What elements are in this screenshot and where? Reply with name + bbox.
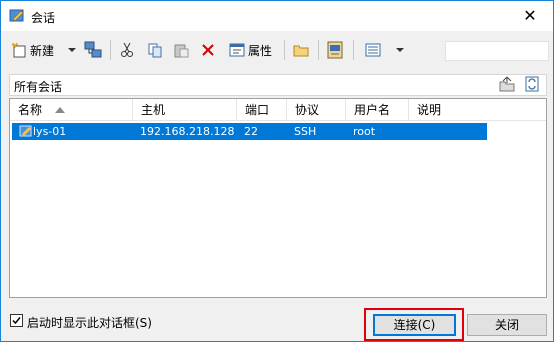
delete-x-icon bbox=[202, 44, 214, 56]
scissors-icon bbox=[121, 42, 133, 57]
title-bar: 会话 ✕ bbox=[1, 1, 553, 31]
properties-icon bbox=[229, 43, 245, 57]
session-list: 名称 主机 端口 协议 用户名 说明 lys-01 192.168.218.12… bbox=[9, 98, 547, 298]
paste-icon bbox=[174, 44, 189, 58]
toolbar-separator bbox=[353, 40, 354, 60]
chevron-down-icon bbox=[396, 48, 404, 52]
toolbar-separator bbox=[318, 40, 319, 60]
session-username: root bbox=[353, 125, 376, 138]
network-icon bbox=[84, 41, 102, 58]
new-icon bbox=[12, 42, 26, 58]
chevron-down-icon bbox=[68, 48, 76, 52]
list-header: 名称 主机 端口 协议 用户名 说明 bbox=[10, 99, 546, 121]
session-host: 192.168.218.128 bbox=[140, 125, 235, 138]
delete-button[interactable] bbox=[201, 39, 215, 61]
session-name: lys-01 bbox=[33, 125, 67, 138]
search-input[interactable] bbox=[445, 41, 549, 61]
folder-up-icon bbox=[499, 76, 515, 92]
column-header-username[interactable]: 用户名 bbox=[346, 99, 409, 121]
column-header-name[interactable]: 名称 bbox=[10, 99, 133, 121]
properties-label: 属性 bbox=[248, 43, 273, 58]
app-icon bbox=[9, 8, 25, 24]
show-on-startup-label: 启动时显示此对话框(S) bbox=[27, 316, 152, 330]
paste-button[interactable] bbox=[173, 39, 189, 61]
sessions-dialog: 会话 ✕ 新建 属性 所有会话 名称 主机 端口 协议 用户名 说明 lys-0… bbox=[0, 0, 554, 342]
new-folder-button[interactable] bbox=[293, 39, 309, 61]
properties-button[interactable]: 属性 bbox=[229, 39, 272, 61]
window-title: 会话 bbox=[31, 11, 56, 25]
session-settings-button[interactable] bbox=[327, 39, 343, 61]
list-view-icon bbox=[365, 43, 381, 57]
toolbar-separator bbox=[110, 40, 111, 60]
current-folder-label: 所有会话 bbox=[14, 80, 63, 94]
new-session-button[interactable]: 新建 bbox=[11, 39, 54, 61]
session-port: 22 bbox=[244, 125, 258, 138]
close-button[interactable]: 关闭 bbox=[467, 314, 547, 336]
checkmark-icon bbox=[12, 317, 21, 325]
new-label: 新建 bbox=[30, 43, 55, 58]
copy-button[interactable] bbox=[147, 39, 163, 61]
toolbar-separator bbox=[284, 40, 285, 60]
session-row[interactable]: lys-01 192.168.218.128 22 SSH root bbox=[12, 123, 487, 140]
folder-path-bar: 所有会话 bbox=[9, 74, 547, 96]
copy-icon bbox=[148, 43, 162, 58]
session-icon bbox=[19, 125, 32, 137]
view-mode-dropdown[interactable] bbox=[396, 39, 404, 61]
column-header-host[interactable]: 主机 bbox=[133, 99, 237, 121]
session-settings-icon bbox=[327, 41, 343, 59]
sort-ascending-icon bbox=[55, 107, 65, 113]
close-window-button[interactable]: ✕ bbox=[507, 1, 553, 31]
refresh-button[interactable] bbox=[524, 76, 544, 94]
connect-toolbar-button[interactable] bbox=[84, 39, 102, 61]
column-header-port[interactable]: 端口 bbox=[237, 99, 287, 121]
cut-button[interactable] bbox=[120, 39, 134, 61]
refresh-icon bbox=[525, 76, 539, 92]
session-protocol: SSH bbox=[294, 125, 317, 138]
column-header-protocol[interactable]: 协议 bbox=[287, 99, 346, 121]
column-header-description[interactable]: 说明 bbox=[409, 99, 546, 121]
up-folder-button[interactable] bbox=[498, 76, 518, 94]
view-mode-button[interactable] bbox=[365, 39, 381, 61]
new-dropdown-button[interactable] bbox=[68, 39, 76, 61]
toolbar: 新建 属性 bbox=[1, 31, 553, 69]
show-on-startup-checkbox[interactable] bbox=[10, 314, 23, 327]
connect-button[interactable]: 连接(C) bbox=[373, 314, 456, 336]
folder-icon bbox=[293, 45, 309, 57]
